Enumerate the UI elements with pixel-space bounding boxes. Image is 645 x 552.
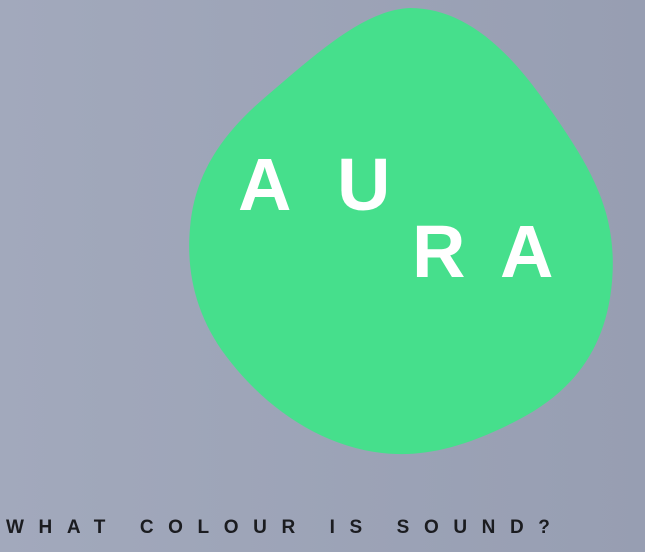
logo-letter-r: R (412, 210, 466, 293)
logo-letter-u: U (337, 143, 391, 226)
logo-letter-a: A (238, 143, 292, 226)
logo-letter-a-second: A (500, 210, 554, 293)
tagline: WHAT COLOUR IS SOUND? (6, 517, 565, 538)
